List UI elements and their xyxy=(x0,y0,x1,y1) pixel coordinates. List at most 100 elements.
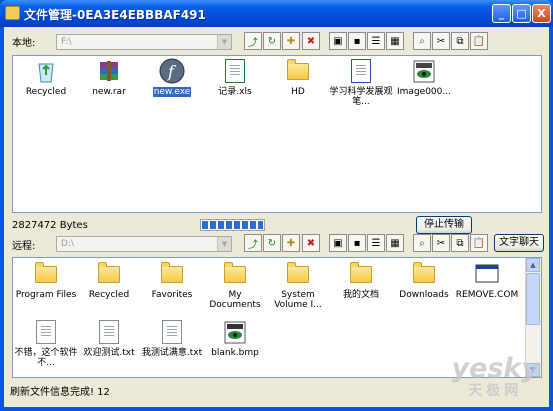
remote-path-combobox[interactable]: D:\ ▼ xyxy=(56,236,232,252)
remote-label: 远程: xyxy=(12,241,36,252)
file-item[interactable]: Program Files xyxy=(13,261,79,300)
local-label: 本地: xyxy=(12,38,36,49)
cut-button[interactable]: ✂ xyxy=(432,32,450,50)
file-item[interactable]: Recycled xyxy=(13,58,79,97)
close-button[interactable]: X xyxy=(532,4,551,23)
maximize-button[interactable]: □ xyxy=(512,4,531,23)
small-icons-view-icon: ▪ xyxy=(353,237,361,249)
file-name: 记录.xls xyxy=(218,87,252,97)
file-name: Program Files xyxy=(15,290,77,300)
text-file-icon xyxy=(95,319,123,345)
up-folder-button[interactable]: ⤴ xyxy=(244,234,262,252)
smalls-view-icon-button[interactable]: ▪ xyxy=(348,32,366,50)
file-name: Favorites xyxy=(151,290,193,300)
file-name: new.rar xyxy=(92,87,126,97)
file-item[interactable]: Favorites xyxy=(139,261,205,300)
file-name: Recycled xyxy=(25,87,67,97)
file-item[interactable]: blank.bmp xyxy=(202,319,268,358)
cut-icon: ✂ xyxy=(436,35,446,47)
file-name: 学习科学发展观笔... xyxy=(329,87,393,107)
details-view-icon: ▦ xyxy=(390,35,400,47)
new-folder-button[interactable]: ✚ xyxy=(282,234,300,252)
small-icons-view-icon: ▪ xyxy=(353,35,361,47)
title-bar[interactable]: 文件管理-0EA3E4EBBBAF491 _ □ X xyxy=(0,0,553,27)
chevron-down-icon[interactable]: ▼ xyxy=(217,237,231,251)
scroll-thumb[interactable] xyxy=(526,273,540,325)
word-file-icon xyxy=(347,58,375,84)
refresh-button[interactable]: ↻ xyxy=(263,234,281,252)
file-item[interactable]: REMOVE.COM xyxy=(454,261,520,300)
folder-icon xyxy=(284,58,312,84)
stop-transfer-button[interactable]: 停止传输 xyxy=(416,216,472,234)
file-item[interactable]: System Volume I... xyxy=(265,261,331,310)
paste-button[interactable]: 📋 xyxy=(470,32,488,50)
folder-icon xyxy=(221,261,249,287)
flash-exe-icon: f xyxy=(158,58,186,84)
progress-fill xyxy=(202,221,263,229)
list-view-button[interactable]: ☰ xyxy=(367,32,385,50)
up-folder-button[interactable]: ⤴ xyxy=(244,32,262,50)
file-item[interactable]: Image000... xyxy=(391,58,457,97)
delete-button[interactable]: ✖ xyxy=(302,32,320,50)
details-view-button[interactable]: ▦ xyxy=(386,234,404,252)
delete-icon: ✖ xyxy=(306,35,316,47)
smalls-view-icon-button[interactable]: ▪ xyxy=(348,234,366,252)
folder-icon xyxy=(284,261,312,287)
paste-button[interactable]: 📋 xyxy=(470,234,488,252)
file-name: 我的文档 xyxy=(342,290,379,300)
bitmap-file-icon xyxy=(221,319,249,345)
transfer-progress-bar xyxy=(200,219,265,231)
file-item[interactable]: f new.exe xyxy=(139,58,205,97)
details-view-button[interactable]: ▦ xyxy=(386,32,404,50)
rar-archive-icon xyxy=(95,58,123,84)
cut-button[interactable]: ✂ xyxy=(432,234,450,252)
client-area: 本地: F:\ ▼ ⤴ ↻ ✚ ✖ ▣ ▪ ☰ ▦ ⌕ ✂ ⧉ 📋 Recycled new.rar f n… xyxy=(4,27,549,407)
find-button[interactable]: ⌕ xyxy=(413,32,431,50)
image-file-icon xyxy=(410,58,438,84)
file-item[interactable]: 学习科学发展观笔... xyxy=(328,58,394,107)
file-item[interactable]: My Documents xyxy=(202,261,268,310)
local-path-value: F:\ xyxy=(61,37,72,47)
refresh-icon: ↻ xyxy=(267,35,277,47)
scroll-up-arrow-icon[interactable]: ▲ xyxy=(526,258,540,272)
bytes-status: 2827472 Bytes xyxy=(12,220,88,231)
large-icons-view-icon: ▣ xyxy=(333,35,343,47)
chevron-down-icon[interactable]: ▼ xyxy=(217,35,231,49)
folder-icon xyxy=(158,261,186,287)
file-item[interactable]: 记录.xls xyxy=(202,58,268,97)
list-view-button[interactable]: ☰ xyxy=(367,234,385,252)
larges-view-icon-button[interactable]: ▣ xyxy=(329,234,347,252)
file-manager-window: 文件管理-0EA3E4EBBBAF491 _ □ X 本地: F:\ ▼ ⤴ ↻ ✚… xyxy=(0,0,553,411)
refresh-icon: ↻ xyxy=(267,237,277,249)
find-button[interactable]: ⌕ xyxy=(413,234,431,252)
local-path-combobox[interactable]: F:\ ▼ xyxy=(56,34,232,50)
file-name: Downloads xyxy=(399,290,449,300)
app-icon xyxy=(5,6,20,20)
copy-button[interactable]: ⧉ xyxy=(451,32,469,50)
local-file-pane[interactable]: Recycled new.rar f new.exe 记录.xls HD 学习科学发展观笔.… xyxy=(12,55,542,213)
remote-path-value: D:\ xyxy=(61,239,74,249)
new-folder-button[interactable]: ✚ xyxy=(282,32,300,50)
file-item[interactable]: HD xyxy=(265,58,331,97)
file-item[interactable]: 我测试满意.txt xyxy=(139,319,205,358)
file-item[interactable]: 不错，这个软件不... xyxy=(13,319,79,368)
larges-view-icon-button[interactable]: ▣ xyxy=(329,32,347,50)
file-name: REMOVE.COM xyxy=(455,290,519,300)
file-item[interactable]: Recycled xyxy=(76,261,142,300)
minimize-button[interactable]: _ xyxy=(492,4,511,23)
up-folder-icon: ⤴ xyxy=(248,239,258,251)
recycle-bin-icon xyxy=(32,58,60,84)
refresh-button[interactable]: ↻ xyxy=(263,32,281,50)
file-item[interactable]: new.rar xyxy=(76,58,142,97)
file-name: My Documents xyxy=(209,290,261,310)
copy-button[interactable]: ⧉ xyxy=(451,234,469,252)
details-view-icon: ▦ xyxy=(390,237,400,249)
text-chat-button[interactable]: 文字聊天 xyxy=(494,234,544,252)
file-name: blank.bmp xyxy=(211,348,259,358)
file-item[interactable]: 欢迎测试.txt xyxy=(76,319,142,358)
file-item[interactable]: Downloads xyxy=(391,261,457,300)
file-item[interactable]: 我的文档 xyxy=(328,261,394,300)
delete-button[interactable]: ✖ xyxy=(302,234,320,252)
file-name: 我测试满意.txt xyxy=(141,348,203,358)
find-icon: ⌕ xyxy=(419,237,425,249)
